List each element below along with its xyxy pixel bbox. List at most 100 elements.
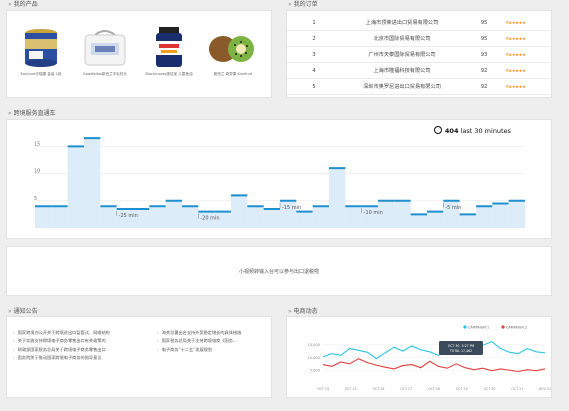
bus-count: 404 [444, 127, 459, 135]
products-title-label: 我的产品 [13, 1, 38, 8]
product-card[interactable]: 新西兰 奇异果 Kiwifruit [203, 25, 263, 77]
table-row[interactable]: 3 广州市天泰国际贸易有限公司 93 A★★★★★ [287, 46, 551, 63]
bus-count-suffix: last 30 minutes [458, 127, 511, 135]
product-card[interactable]: Blackmores澳佳宝 儿童鱼油 [139, 25, 199, 77]
x-tick-label: -15 min [282, 205, 301, 211]
order-company: 上海市隆福科技有限公司 [341, 62, 463, 79]
table-row[interactable]: 2 北京市国际贸易有限公司 95 A★★★★★ [287, 30, 551, 47]
y-tick-label: 5 [34, 196, 37, 202]
x-tick-label: -5 min [445, 205, 461, 211]
order-no: 1 [287, 15, 341, 31]
order-score: 92 [463, 78, 505, 95]
notice-item-label: 海关总署出台支持外贸稳定增长的具体措施 [161, 330, 242, 335]
order-company: 北京市国际贸易有限公司 [341, 30, 463, 47]
table-row[interactable]: 1 上海市顶荣进出口贸易有限公司 95 A★★★★★ [287, 15, 551, 31]
table-row[interactable]: 5 深圳市奥罗尼进出口贸易有限公司 92 A★★★★★ [287, 78, 551, 95]
order-score: 95 [463, 15, 505, 31]
tooltip-date: OCT 30, 3:27 PM [448, 344, 475, 348]
y-tick-label: 10,000 [307, 356, 320, 360]
y-tick-label: 15 [34, 141, 40, 147]
notice-item-label: 国家税务总局关于支持跨境电商《国务... [161, 338, 237, 344]
bullet-icon: › [157, 330, 159, 335]
x-tick-label: -20 min [200, 216, 219, 222]
x-tick-label: OCT 24 [317, 387, 329, 391]
area-step [312, 206, 329, 228]
notice-item[interactable]: › 海关总署出台支持外贸稳定增长的具体措施 [157, 329, 241, 337]
x-tick-label: OCT 30 [484, 387, 496, 391]
products-panel: Karicare可瑞康 金装 1段 Goodfellas新西兰羊毛枕头 Blac… [6, 10, 272, 98]
area-step [51, 206, 68, 228]
order-company: 深圳市奥罗尼进出口贸易有限公司 [341, 78, 463, 95]
chevron-icon: » [8, 308, 12, 315]
area-step [329, 168, 346, 228]
star-rating-icon: ★★★★★ [508, 52, 526, 57]
area-step [508, 200, 525, 228]
product-image-kiwi [203, 25, 263, 69]
area-step [427, 211, 444, 228]
orders-table: 1 上海市顶荣进出口贸易有限公司 95 A★★★★★ 2 北京市国际贸易有限公司… [287, 15, 551, 95]
y-tick-label: 5,000 [310, 369, 321, 373]
bus-section-title: » 跨境服务直通车 [8, 108, 56, 117]
notice-item-label: 关于实施支持跨境电子商务零售出口有关政策的 [17, 338, 106, 344]
product-image-pillow [75, 25, 135, 69]
bullet-icon: › [157, 338, 159, 344]
area-step [67, 146, 84, 228]
notice-item[interactable]: › 国家跨境办公开关于跨境进出口监管试、网络结构 [13, 329, 110, 337]
order-company: 广州市天泰国际贸易有限公司 [341, 46, 463, 63]
x-tick-label: OCT 26 [373, 387, 385, 391]
product-image-milk-can [11, 25, 71, 69]
legend-swatch [501, 325, 505, 329]
order-no: 5 [287, 78, 341, 95]
star-rating-icon: ★★★★★ [508, 84, 526, 89]
star-rating-icon: ★★★★★ [508, 68, 526, 73]
notice-item[interactable]: › 关于实施支持跨境电子商务零售出口有关政策的 [13, 337, 110, 345]
area-step [149, 206, 166, 228]
notice-title-label: 通知公告 [13, 308, 38, 315]
series-line-2 [322, 358, 546, 373]
legend-label: CAMPAIGN 1 [468, 325, 489, 329]
stopwatch-icon [433, 126, 442, 134]
series-line-1 [322, 340, 546, 360]
pillow-image [84, 30, 126, 66]
kiwi-image [209, 36, 254, 62]
product-caption: Karicare可瑞康 金装 1段 [20, 72, 62, 76]
chevron-icon: » [8, 1, 12, 8]
milk-can-image [25, 29, 57, 67]
promo-panel[interactable]: 小视频转输入台可以参与出口退税啦 [6, 246, 552, 296]
area-step [100, 206, 117, 228]
y-tick-label: 10 [34, 169, 40, 175]
bottle-image [156, 27, 182, 67]
area-step [492, 203, 509, 228]
x-tick-label: NOV 01 [539, 387, 551, 391]
legend-swatch [463, 325, 467, 329]
x-tick-label: -25 min [119, 213, 138, 219]
product-card[interactable]: Goodfellas新西兰羊毛枕头 [75, 25, 135, 77]
notice-list-left: › 国家跨境办公开关于跨境进出口监管试、网络结构 › 关于实施支持跨境电子商务零售出… [13, 329, 110, 363]
notice-item[interactable]: › 财政部国家税务总局关于跨境电子商务零售出口 [13, 346, 110, 354]
tooltip-total: TOTAL 17,482 [449, 349, 472, 353]
area-step [394, 200, 411, 228]
table-row[interactable]: 4 上海市隆福科技有限公司 92 A★★★★★ [287, 62, 551, 79]
notice-item[interactable]: › 国家税务总局关于支持跨境电商《国务... [157, 337, 241, 345]
area-step [182, 206, 199, 228]
chevron-icon: » [288, 308, 292, 315]
ecom-section-title: » 电商动态 [288, 306, 318, 315]
order-no: 3 [287, 46, 341, 63]
area-step [476, 206, 493, 228]
order-no: 4 [287, 62, 341, 79]
product-card[interactable]: Karicare可瑞康 金装 1段 [11, 25, 71, 77]
area-step [345, 206, 362, 228]
product-caption: 新西兰 奇异果 Kiwifruit [213, 72, 253, 76]
notice-item-label: 国务院关于推动国家跨境电子商务的指导意见 [17, 355, 102, 361]
bullet-icon: › [13, 355, 15, 361]
legend-label: CAMPAIGN 2 [506, 325, 527, 329]
order-rating: A★★★★★ [505, 78, 551, 95]
order-score: 93 [463, 46, 505, 63]
bullet-icon: › [157, 346, 159, 352]
promo-text: 小视频转输入台可以参与出口退税啦 [238, 269, 319, 275]
notice-item[interactable]: › 国务院关于推动国家跨境电子商务的指导意见 [13, 354, 110, 362]
area-step [35, 206, 52, 228]
x-tick-label: OCT 31 [511, 387, 523, 391]
notice-item[interactable]: › 电子商务“十二五”发展规划 [157, 346, 241, 354]
order-company: 上海市顶荣进出口贸易有限公司 [341, 15, 463, 31]
